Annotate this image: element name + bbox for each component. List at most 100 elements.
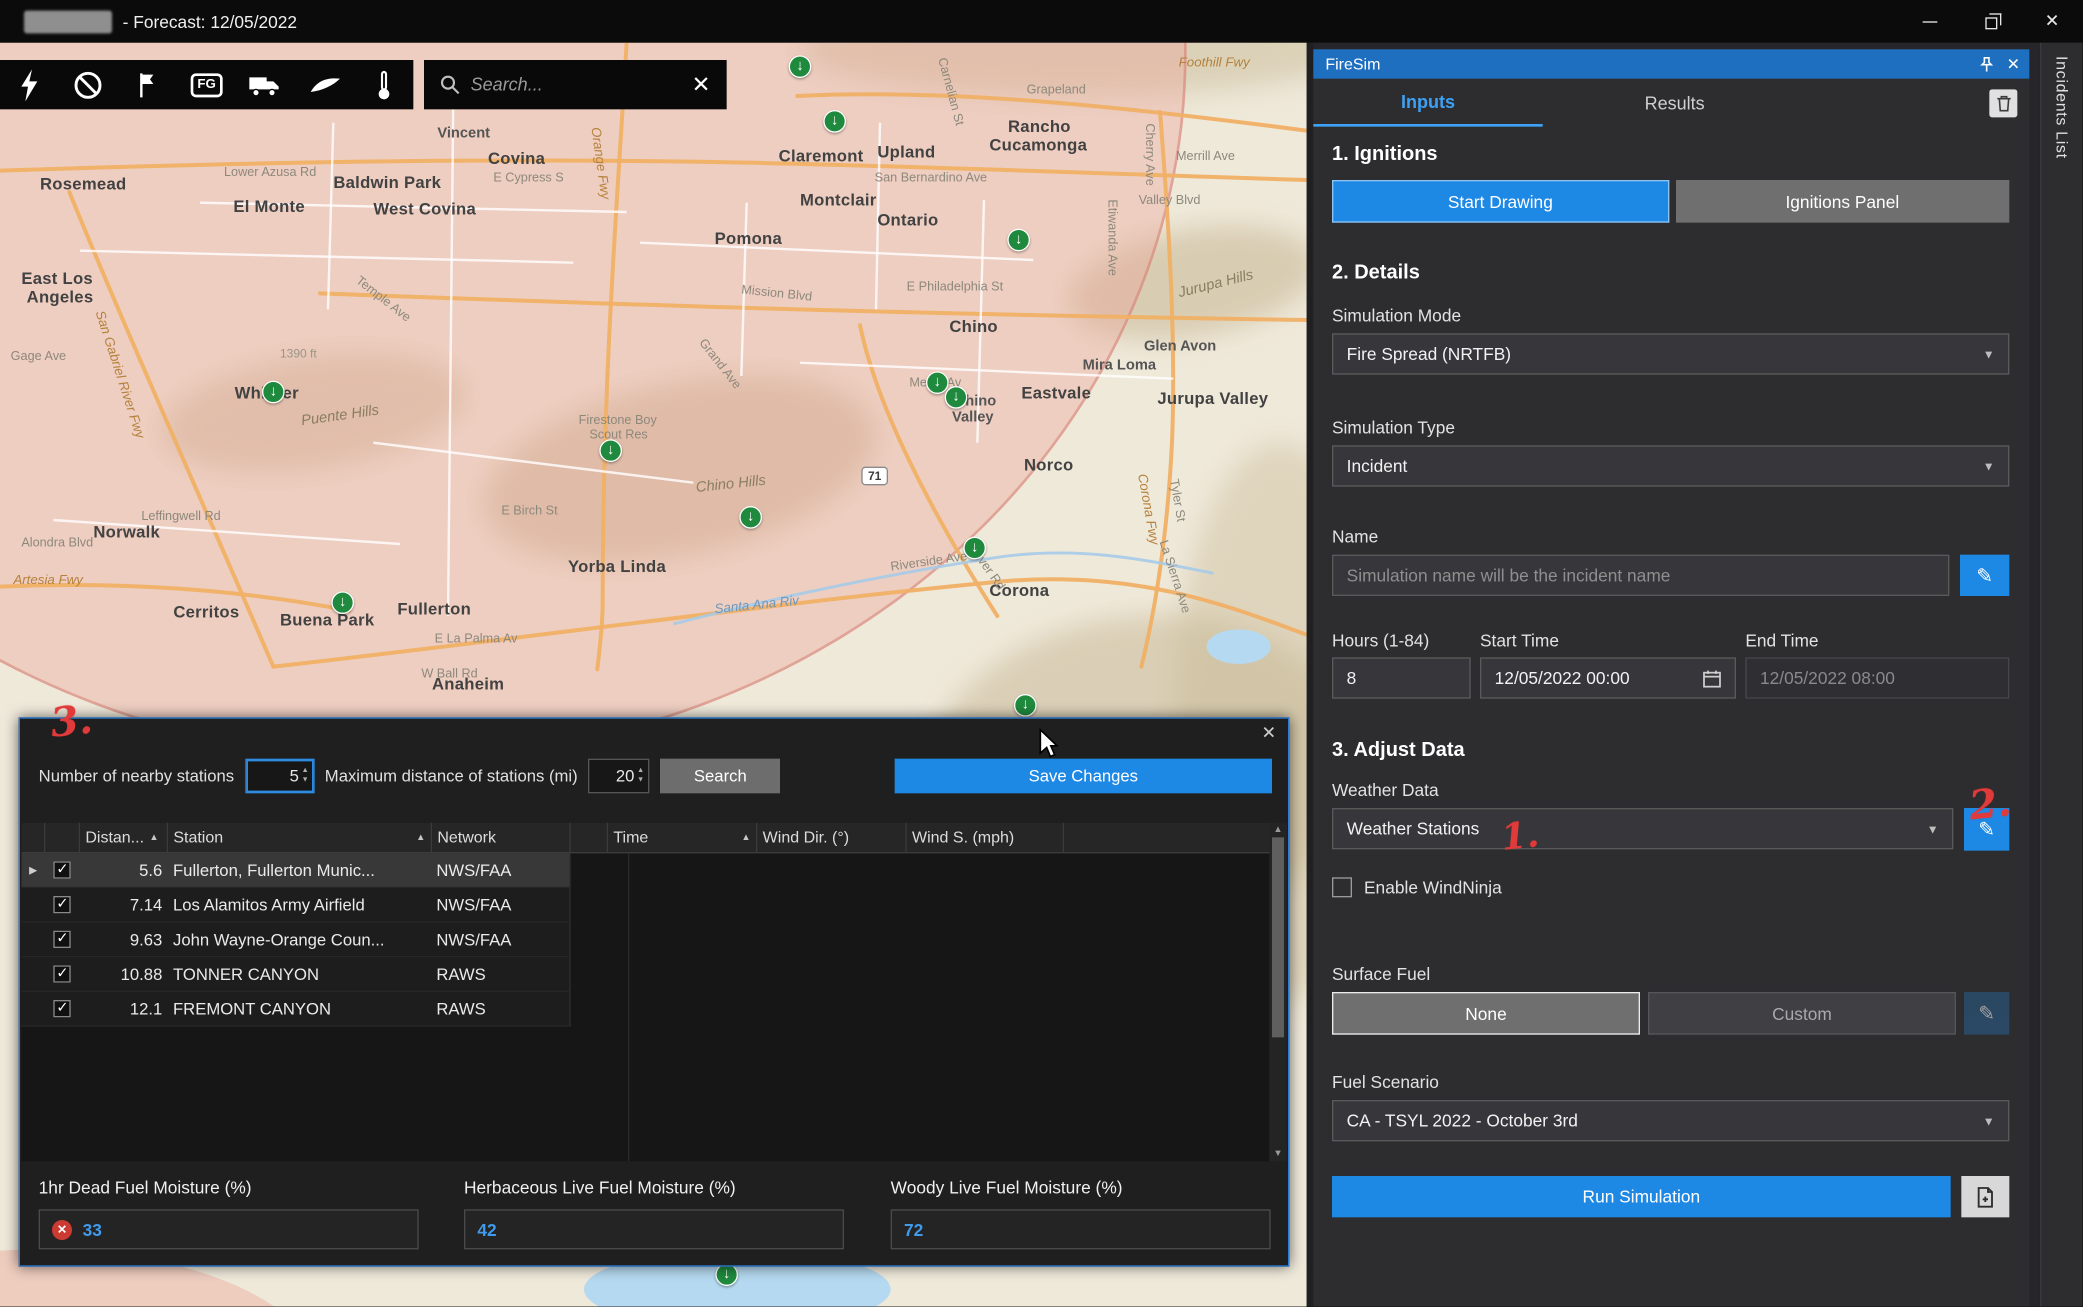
scrollbar-thumb[interactable] — [1272, 837, 1284, 1037]
simulation-mode-select[interactable]: Fire Spread (NRTFB) ▼ — [1332, 333, 2009, 374]
header-wind-speed[interactable]: Wind S. (mph) — [907, 823, 1064, 852]
incidents-list-tab[interactable]: Incidents List — [2040, 43, 2083, 1307]
header-wind-dir[interactable]: Wind Dir. (°) — [757, 823, 906, 852]
weather-station-marker-icon[interactable]: ↓ — [1014, 694, 1037, 717]
panel-divider — [1307, 43, 1314, 1307]
stations-search-button[interactable]: Search — [660, 759, 780, 794]
station-network: NWS/FAA — [431, 861, 569, 880]
station-distance: 9.63 — [80, 930, 168, 949]
station-checkbox[interactable]: ✓ — [54, 1000, 71, 1017]
minimize-icon — [1922, 21, 1937, 22]
stations-panel-close-icon[interactable]: ✕ — [1261, 723, 1276, 744]
table-column-divider — [628, 853, 629, 1161]
thermometer-tool-button[interactable] — [358, 65, 409, 105]
stepper-icons[interactable]: ▲▼ — [637, 767, 644, 785]
firesim-panel-header[interactable]: FireSim ✕ — [1313, 49, 2029, 78]
sort-asc-icon: ▲ — [149, 833, 158, 842]
restore-icon — [1985, 17, 1997, 29]
weather-station-marker-icon[interactable]: ↓ — [739, 506, 762, 529]
station-row[interactable]: ✓10.88TONNER CANYONRAWS — [21, 957, 1270, 992]
no-entry-icon — [74, 70, 103, 99]
start-time-label: Start Time — [1480, 631, 1736, 651]
station-checkbox[interactable]: ✓ — [54, 896, 71, 913]
export-simulation-button[interactable] — [1961, 1176, 2009, 1217]
fuel-scenario-label: Fuel Scenario — [1332, 1072, 2009, 1092]
calendar-icon[interactable] — [1703, 669, 1722, 688]
table-vertical-scrollbar[interactable]: ▲ ▼ — [1269, 823, 1286, 1162]
weather-station-marker-icon[interactable]: ↓ — [599, 439, 622, 462]
fuel-scenario-select[interactable]: CA - TSYL 2022 - October 3rd ▼ — [1332, 1100, 2009, 1141]
nearby-stations-value[interactable] — [251, 767, 298, 786]
start-time-input[interactable]: 12/05/2022 00:00 — [1480, 657, 1736, 698]
station-row[interactable]: ✓7.14Los Alamitos Army AirfieldNWS/FAA — [21, 888, 1270, 923]
max-distance-input[interactable]: ▲▼ — [588, 759, 649, 794]
header-expander — [21, 823, 45, 852]
weather-station-marker-icon[interactable]: ↓ — [963, 537, 986, 560]
run-simulation-button[interactable]: Run Simulation — [1332, 1176, 1951, 1217]
tab-results[interactable]: Results — [1543, 79, 1807, 127]
close-button[interactable]: ✕ — [2021, 0, 2082, 43]
search-input[interactable] — [471, 75, 681, 95]
annotation-2: 2. — [1967, 779, 2013, 830]
header-checkbox[interactable] — [45, 823, 80, 852]
station-row[interactable]: ▶✓5.6Fullerton, Fullerton Munic...NWS/FA… — [21, 853, 1270, 888]
station-checkbox[interactable]: ✓ — [54, 861, 71, 878]
max-distance-label: Maximum distance of stations (mi) — [325, 767, 578, 786]
aircraft-tool-button[interactable] — [299, 65, 350, 105]
weather-station-marker-icon[interactable]: ↓ — [823, 110, 846, 133]
simulation-name-input[interactable] — [1347, 565, 1935, 585]
row-expander-icon[interactable]: ▶ — [21, 864, 45, 876]
firesim-tabs: Inputs Results — [1313, 79, 2029, 127]
details-heading: 2. Details — [1332, 261, 2009, 284]
herbaceous-fuel-moisture-input[interactable]: 42 — [464, 1209, 844, 1249]
hours-input[interactable]: 8 — [1332, 657, 1471, 698]
scroll-up-icon[interactable]: ▲ — [1273, 825, 1282, 834]
surface-fuel-custom-button[interactable]: Custom — [1648, 992, 1956, 1035]
herbaceous-fuel-moisture-field: Herbaceous Live Fuel Moisture (%) 42 — [464, 1177, 844, 1249]
pin-icon[interactable] — [1979, 55, 1995, 72]
simulation-type-select[interactable]: Incident ▼ — [1332, 445, 2009, 486]
no-entry-tool-button[interactable] — [63, 65, 114, 105]
header-time[interactable]: Time▲ — [608, 823, 757, 852]
truck-tool-button[interactable] — [240, 65, 291, 105]
weather-station-marker-icon[interactable]: ↓ — [1007, 229, 1030, 252]
edit-name-button[interactable]: ✎ — [1960, 555, 2009, 596]
header-blank — [571, 823, 608, 852]
weather-station-marker-icon[interactable]: ↓ — [331, 591, 354, 614]
enable-windninja-checkbox[interactable] — [1332, 877, 1352, 897]
weather-station-marker-icon[interactable]: ↓ — [262, 381, 285, 404]
save-changes-button[interactable]: Save Changes — [895, 759, 1272, 794]
woody-fuel-moisture-input[interactable]: 72 — [891, 1209, 1271, 1249]
hours-label: Hours (1-84) — [1332, 631, 1471, 651]
minimize-button[interactable] — [1899, 0, 1960, 43]
surface-fuel-none-button[interactable]: None — [1332, 992, 1640, 1035]
clear-search-icon[interactable]: ✕ — [692, 71, 711, 98]
weather-station-marker-icon[interactable]: ↓ — [715, 1263, 738, 1286]
restore-button[interactable] — [1960, 0, 2021, 43]
weather-data-select[interactable]: Weather Stations ▼ — [1332, 808, 1953, 849]
header-network[interactable]: Network — [432, 823, 571, 852]
firesim-close-icon[interactable]: ✕ — [2007, 55, 2020, 74]
start-drawing-button[interactable]: Start Drawing — [1332, 180, 1669, 223]
pencil-icon: ✎ — [1976, 563, 1993, 587]
scroll-down-icon[interactable]: ▼ — [1273, 1149, 1282, 1158]
nearby-stations-input[interactable]: ▲▼ — [245, 759, 314, 794]
station-checkbox[interactable]: ✓ — [54, 931, 71, 948]
fg-icon: FG — [191, 73, 223, 97]
dead-fuel-moisture-input[interactable]: ✕ 33 — [39, 1209, 419, 1249]
flag-tool-button[interactable] — [122, 65, 173, 105]
stepper-icons[interactable]: ▲▼ — [302, 767, 309, 785]
delete-simulation-button[interactable] — [1989, 89, 2017, 117]
weather-station-marker-icon[interactable]: ↓ — [789, 55, 812, 78]
fg-tool-button[interactable]: FG — [181, 65, 232, 105]
station-row[interactable]: ✓12.1FREMONT CANYONRAWS — [21, 992, 1270, 1027]
station-row[interactable]: ✓9.63John Wayne-Orange Coun...NWS/FAA — [21, 923, 1270, 958]
tab-inputs[interactable]: Inputs — [1313, 79, 1542, 127]
station-checkbox[interactable]: ✓ — [54, 965, 71, 982]
max-distance-value[interactable] — [595, 767, 634, 786]
lightning-tool-button[interactable] — [4, 65, 55, 105]
header-station[interactable]: Station▲ — [168, 823, 432, 852]
ignitions-panel-button[interactable]: Ignitions Panel — [1675, 180, 2009, 223]
header-distance[interactable]: Distan...▲ — [80, 823, 168, 852]
weather-station-marker-icon[interactable]: ↓ — [945, 386, 968, 409]
